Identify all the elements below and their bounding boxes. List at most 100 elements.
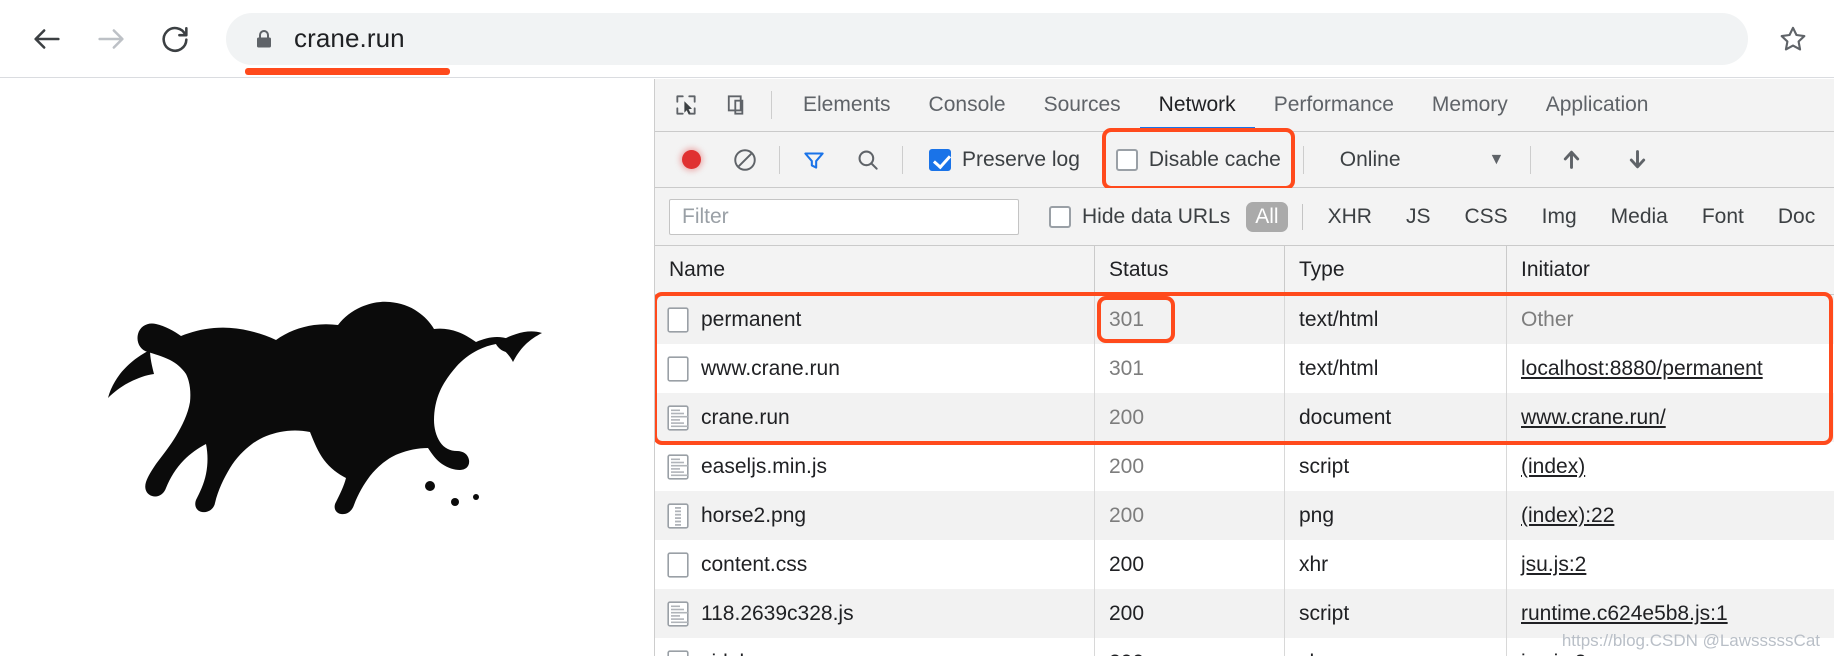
search-button[interactable] bbox=[846, 138, 890, 182]
checkbox-box bbox=[1115, 148, 1138, 171]
import-har-button[interactable] bbox=[1549, 138, 1593, 182]
filter-type-css[interactable]: CSS bbox=[1455, 202, 1516, 232]
tab-label: Sources bbox=[1043, 93, 1121, 116]
initiator-link[interactable]: (index):22 bbox=[1521, 504, 1614, 528]
table-row[interactable]: 118.2639c328.js 200 script runtime.c624e5b8… bbox=[655, 589, 1834, 638]
cell-initiator: jsu.js:2 bbox=[1507, 638, 1834, 656]
upload-har-icon bbox=[1563, 150, 1579, 169]
filter-type-media[interactable]: Media bbox=[1602, 202, 1677, 232]
reload-button[interactable] bbox=[148, 12, 202, 66]
column-header-type[interactable]: Type bbox=[1285, 245, 1507, 295]
cell-status: 200 bbox=[1095, 442, 1285, 491]
throttling-value: Online bbox=[1339, 147, 1401, 171]
request-name: 118.2639c328.js bbox=[701, 601, 854, 625]
script-file-icon bbox=[667, 600, 689, 627]
table-row[interactable]: easeljs.min.js 200 script (index) bbox=[655, 442, 1834, 491]
table-header-row: Name Status Type Initiator bbox=[655, 245, 1834, 295]
active-tab-indicator bbox=[1140, 127, 1255, 131]
tab-performance[interactable]: Performance bbox=[1255, 79, 1413, 132]
record-button[interactable] bbox=[669, 138, 713, 182]
tab-label: Performance bbox=[1273, 93, 1394, 116]
filter-type-js[interactable]: JS bbox=[1397, 202, 1440, 232]
preserve-log-label: Preserve log bbox=[962, 147, 1080, 171]
back-button[interactable] bbox=[20, 12, 74, 66]
initiator-link[interactable]: localhost:8880/permanent bbox=[1521, 357, 1763, 381]
document-file-icon bbox=[667, 306, 689, 333]
filter-type-doc[interactable]: Doc bbox=[1769, 202, 1824, 232]
tab-network[interactable]: Network bbox=[1140, 79, 1255, 132]
network-toolbar: Preserve log Disable cache Online ▼ bbox=[655, 128, 1834, 190]
filter-funnel-icon bbox=[804, 151, 824, 169]
tab-label: Memory bbox=[1431, 93, 1508, 116]
table-row[interactable]: permanent 301 text/html Other bbox=[655, 295, 1834, 344]
filter-type-xhr[interactable]: XHR bbox=[1319, 202, 1381, 232]
filter-button[interactable] bbox=[792, 138, 836, 182]
cell-type: xhr bbox=[1285, 638, 1507, 656]
arrow-left-icon bbox=[34, 28, 60, 49]
tab-sources[interactable]: Sources bbox=[1025, 79, 1140, 132]
initiator-link[interactable]: jsu.js:2 bbox=[1521, 553, 1586, 577]
clear-button[interactable] bbox=[723, 138, 767, 182]
cell-status: 200 bbox=[1095, 393, 1285, 442]
document-file-icon bbox=[667, 355, 689, 382]
cell-name: 118.2639c328.js bbox=[655, 589, 1095, 638]
table-row[interactable]: www.crane.run 301 text/html localhost:8880/… bbox=[655, 344, 1834, 393]
cell-type: script bbox=[1285, 442, 1507, 491]
device-toolbar-button[interactable] bbox=[717, 84, 759, 126]
bookmark-star-button[interactable] bbox=[1766, 12, 1820, 66]
disable-cache-checkbox[interactable]: Disable cache bbox=[1115, 148, 1281, 172]
cell-name: permanent bbox=[655, 295, 1095, 344]
cell-type: png bbox=[1285, 491, 1507, 540]
initiator-link[interactable]: www.crane.run/ bbox=[1521, 406, 1666, 430]
arrow-right-icon bbox=[98, 28, 124, 49]
text-file-icon bbox=[667, 404, 689, 431]
request-name: sidebar.css bbox=[701, 651, 806, 656]
request-name: horse2.png bbox=[701, 503, 807, 527]
cell-status: 301 bbox=[1095, 295, 1285, 344]
throttling-select[interactable]: Online ▼ bbox=[1340, 148, 1505, 172]
cell-initiator: jsu.js:2 bbox=[1507, 540, 1834, 589]
forward-button[interactable] bbox=[84, 12, 138, 66]
cell-status: 200 bbox=[1095, 589, 1285, 638]
filter-input[interactable]: Filter bbox=[669, 198, 1019, 235]
clear-network-log-icon bbox=[734, 148, 756, 171]
tab-label: Application bbox=[1545, 93, 1649, 116]
tab-memory[interactable]: Memory bbox=[1413, 79, 1527, 132]
address-bar[interactable]: crane.run bbox=[226, 12, 1748, 75]
tab-elements[interactable]: Elements bbox=[784, 79, 910, 132]
toolbar-divider bbox=[1302, 145, 1304, 174]
tab-application[interactable]: Application bbox=[1527, 79, 1668, 132]
table-row[interactable]: sidebar.css 200xhr jsu.js:2 bbox=[655, 638, 1834, 656]
reload-icon bbox=[162, 26, 188, 52]
image-file-icon bbox=[667, 502, 689, 529]
request-name: permanent bbox=[701, 307, 802, 331]
filter-type-all[interactable]: All bbox=[1246, 201, 1288, 232]
export-har-button[interactable] bbox=[1615, 138, 1659, 182]
column-header-status[interactable]: Status bbox=[1095, 245, 1285, 295]
table-row[interactable]: crane.run 200 document www.crane.run/ bbox=[655, 393, 1834, 442]
filter-type-img[interactable]: Img bbox=[1533, 202, 1586, 232]
table-row[interactable]: horse2.png 200 png (index):22 bbox=[655, 491, 1834, 540]
tab-label: Elements bbox=[803, 93, 891, 116]
page-viewport bbox=[0, 79, 654, 656]
preserve-log-checkbox[interactable]: Preserve log bbox=[929, 148, 1080, 172]
filter-divider bbox=[1301, 203, 1303, 230]
column-header-initiator[interactable]: Initiator bbox=[1507, 246, 1834, 295]
tab-label: Console bbox=[928, 93, 1006, 116]
initiator-link[interactable]: (index) bbox=[1521, 455, 1585, 479]
cell-name: www.crane.run bbox=[655, 344, 1095, 393]
star-icon bbox=[1780, 26, 1806, 50]
script-file-icon bbox=[667, 600, 689, 627]
initiator-link[interactable]: runtime.c624e5b8.js:1 bbox=[1521, 602, 1728, 626]
inspect-element-button[interactable] bbox=[665, 84, 707, 126]
table-row[interactable]: content.css 200 xhr jsu.js:2 bbox=[655, 540, 1834, 589]
initiator-link[interactable]: jsu.js:2 bbox=[1521, 651, 1586, 656]
filter-type-font[interactable]: Font bbox=[1693, 202, 1753, 232]
url-highlight-annotation bbox=[245, 67, 450, 75]
document-file-icon bbox=[667, 306, 689, 333]
cell-name: horse2.png bbox=[655, 491, 1095, 540]
column-header-name[interactable]: Name bbox=[655, 245, 1095, 295]
hide-data-urls-checkbox[interactable]: Hide data URLs bbox=[1049, 205, 1230, 229]
tab-console[interactable]: Console bbox=[910, 79, 1025, 132]
request-name: content.css bbox=[701, 552, 808, 576]
